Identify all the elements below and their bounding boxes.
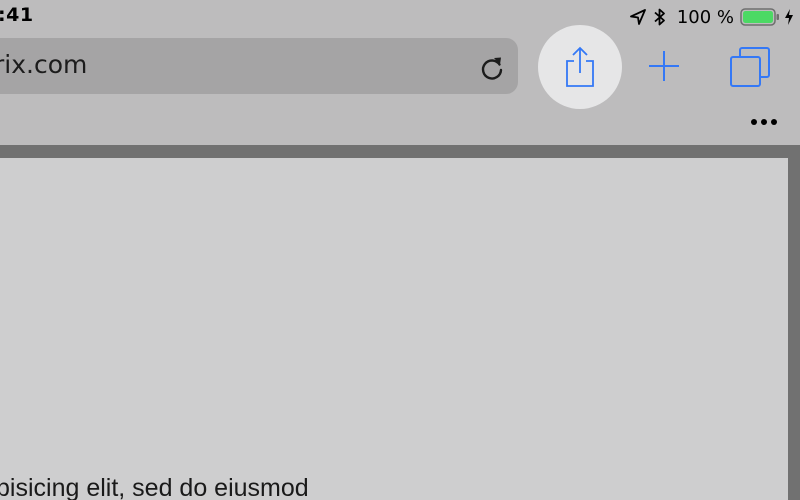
bluetooth-icon: [653, 7, 667, 27]
battery-percent: 100 %: [676, 6, 734, 28]
ellipsis-icon: [751, 119, 777, 125]
address-text[interactable]: rix.com: [0, 50, 87, 79]
status-indicators: 100 %: [629, 5, 794, 29]
safari-window: :41 100 % rix.com pisicing elit, sed do …: [0, 0, 800, 500]
new-tab-button[interactable]: [644, 46, 684, 86]
reload-icon: [481, 57, 503, 80]
location-arrow-icon: [629, 8, 647, 26]
status-bar: :41 100 %: [0, 0, 800, 34]
charging-bolt-icon: [784, 8, 794, 26]
more-button[interactable]: [746, 112, 782, 132]
share-button[interactable]: [538, 25, 622, 109]
reload-button[interactable]: [474, 50, 510, 86]
tabs-icon: [730, 47, 770, 87]
battery-icon: [740, 7, 780, 27]
plus-icon: [649, 51, 679, 81]
share-icon: [566, 46, 594, 87]
web-page[interactable]: [0, 158, 788, 500]
page-body-text: pisicing elit, sed do eiusmod: [0, 474, 309, 500]
status-time: :41: [0, 4, 34, 26]
tabs-overview-button[interactable]: [727, 44, 773, 90]
